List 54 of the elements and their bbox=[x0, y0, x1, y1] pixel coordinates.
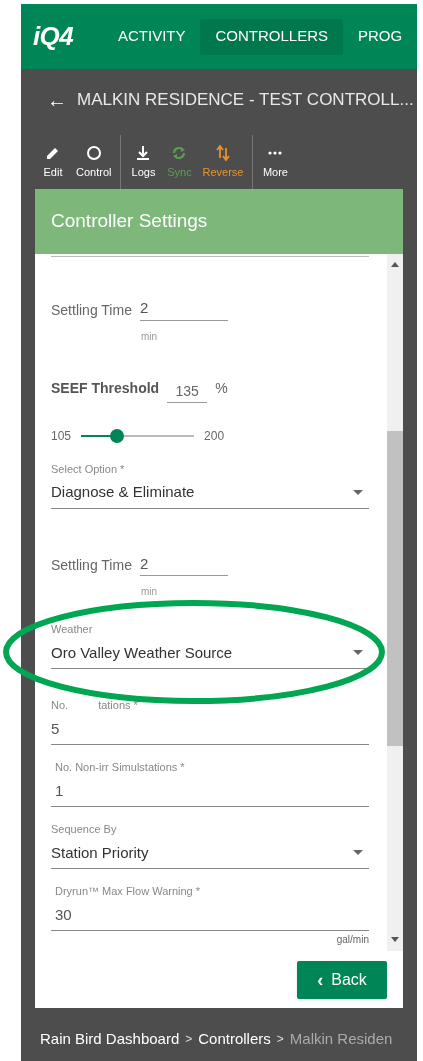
settling-time-input[interactable]: 2 bbox=[139, 297, 228, 321]
text-input[interactable]: 1 bbox=[51, 779, 369, 807]
dropdown-caret-icon bbox=[353, 489, 363, 495]
scrollbar[interactable] bbox=[387, 254, 403, 951]
toolbar-button[interactable]: Logs bbox=[127, 143, 160, 181]
dropdown-caret-icon bbox=[353, 850, 363, 856]
toolbar-button[interactable]: Reverse bbox=[199, 143, 247, 181]
breadcrumb-link[interactable]: Controllers bbox=[198, 1028, 271, 1051]
scrollbar-thumb[interactable] bbox=[387, 431, 403, 746]
field-label: SEEF Threshold bbox=[51, 378, 160, 398]
unit-label: % bbox=[215, 378, 228, 398]
back-arrow[interactable]: ← bbox=[47, 90, 67, 110]
page-title: MALKIN RESIDENCE - TEST CONTROLL... bbox=[77, 89, 414, 112]
slider-max-label: 200 bbox=[204, 427, 225, 445]
slider-thumb[interactable] bbox=[110, 428, 125, 443]
slider[interactable] bbox=[81, 428, 195, 443]
nav-tab[interactable]: PROG bbox=[343, 18, 418, 55]
field-label: Weather bbox=[51, 622, 93, 637]
breadcrumb-link[interactable]: Rain Bird Dashboard bbox=[40, 1028, 180, 1051]
scroll-down-icon[interactable] bbox=[391, 937, 399, 942]
text-input[interactable]: 30 bbox=[51, 903, 369, 931]
back-button[interactable]: ‹ Back bbox=[297, 961, 387, 999]
field-label: Settling Time bbox=[51, 300, 132, 320]
unit-label: gal/min bbox=[335, 933, 369, 947]
app-logo[interactable]: iQ4 bbox=[33, 17, 73, 56]
settling-time-input[interactable]: 2 bbox=[139, 552, 228, 576]
field-label: Settling Time bbox=[51, 556, 132, 575]
nav-tab[interactable]: ACTIVITY bbox=[102, 18, 201, 55]
toolbar-button[interactable]: Edit bbox=[37, 143, 69, 181]
dropdown[interactable]: Station Priority bbox=[51, 841, 369, 869]
field-label: No. Non-irr Simulstations * bbox=[55, 760, 185, 775]
breadcrumb-separator: > bbox=[276, 1031, 284, 1049]
field-label: Sequence By bbox=[51, 822, 117, 837]
circle-icon bbox=[84, 143, 103, 162]
field-label: Select Option * bbox=[51, 461, 125, 477]
unit-label: min bbox=[141, 585, 159, 599]
slider-min-label: 105 bbox=[51, 427, 72, 445]
field-label: tations * bbox=[98, 698, 138, 713]
scroll-up-icon[interactable] bbox=[391, 262, 399, 267]
unit-label: min bbox=[141, 329, 159, 344]
field-label: Dryrun™ Max Flow Warning * bbox=[55, 884, 201, 899]
panel-header: Controller Settings bbox=[35, 189, 403, 254]
dropdown-caret-icon bbox=[353, 650, 363, 656]
field-label: No. bbox=[51, 698, 69, 713]
threshold-input[interactable]: 135 bbox=[167, 380, 208, 403]
swap-arrows-icon bbox=[213, 143, 232, 162]
more-icon bbox=[268, 150, 283, 155]
toolbar-button[interactable]: More bbox=[259, 143, 292, 181]
breadcrumb-separator: > bbox=[185, 1031, 193, 1049]
toolbar-button[interactable]: Control bbox=[73, 143, 115, 181]
nav-tab[interactable]: CONTROLLERS bbox=[200, 18, 343, 55]
text-input[interactable]: 5 bbox=[51, 717, 369, 745]
dropdown[interactable]: Diagnose & Eliminate bbox=[51, 481, 369, 509]
dropdown[interactable]: Oro Valley Weather Source bbox=[51, 641, 369, 669]
